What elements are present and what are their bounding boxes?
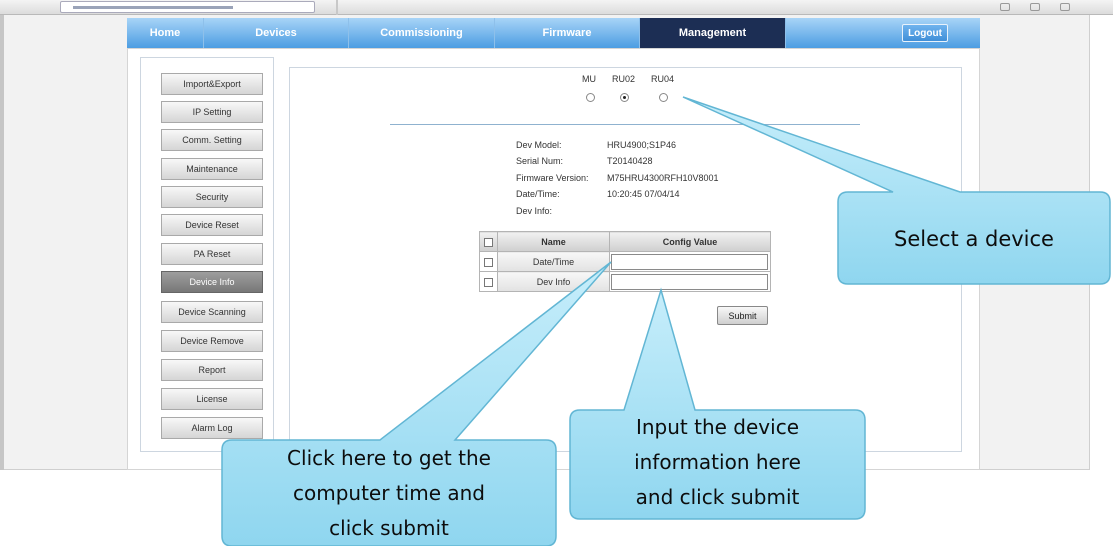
input-info-line-3: and click submit: [635, 485, 800, 509]
callout-layer: [221, 96, 1111, 546]
input-info-text: Input the device information here and cl…: [570, 410, 865, 519]
computer-time-line-2: computer time and: [293, 481, 485, 505]
computer-time-line-3: click submit: [329, 516, 449, 540]
input-info-line-1: Input the device: [635, 415, 800, 439]
select-device-text: Select a device: [894, 227, 1054, 251]
input-info-line-2: information here: [634, 450, 801, 474]
computer-time-line-1: Click here to get the: [287, 446, 491, 470]
computer-time-text: Click here to get the computer time and …: [222, 441, 556, 546]
